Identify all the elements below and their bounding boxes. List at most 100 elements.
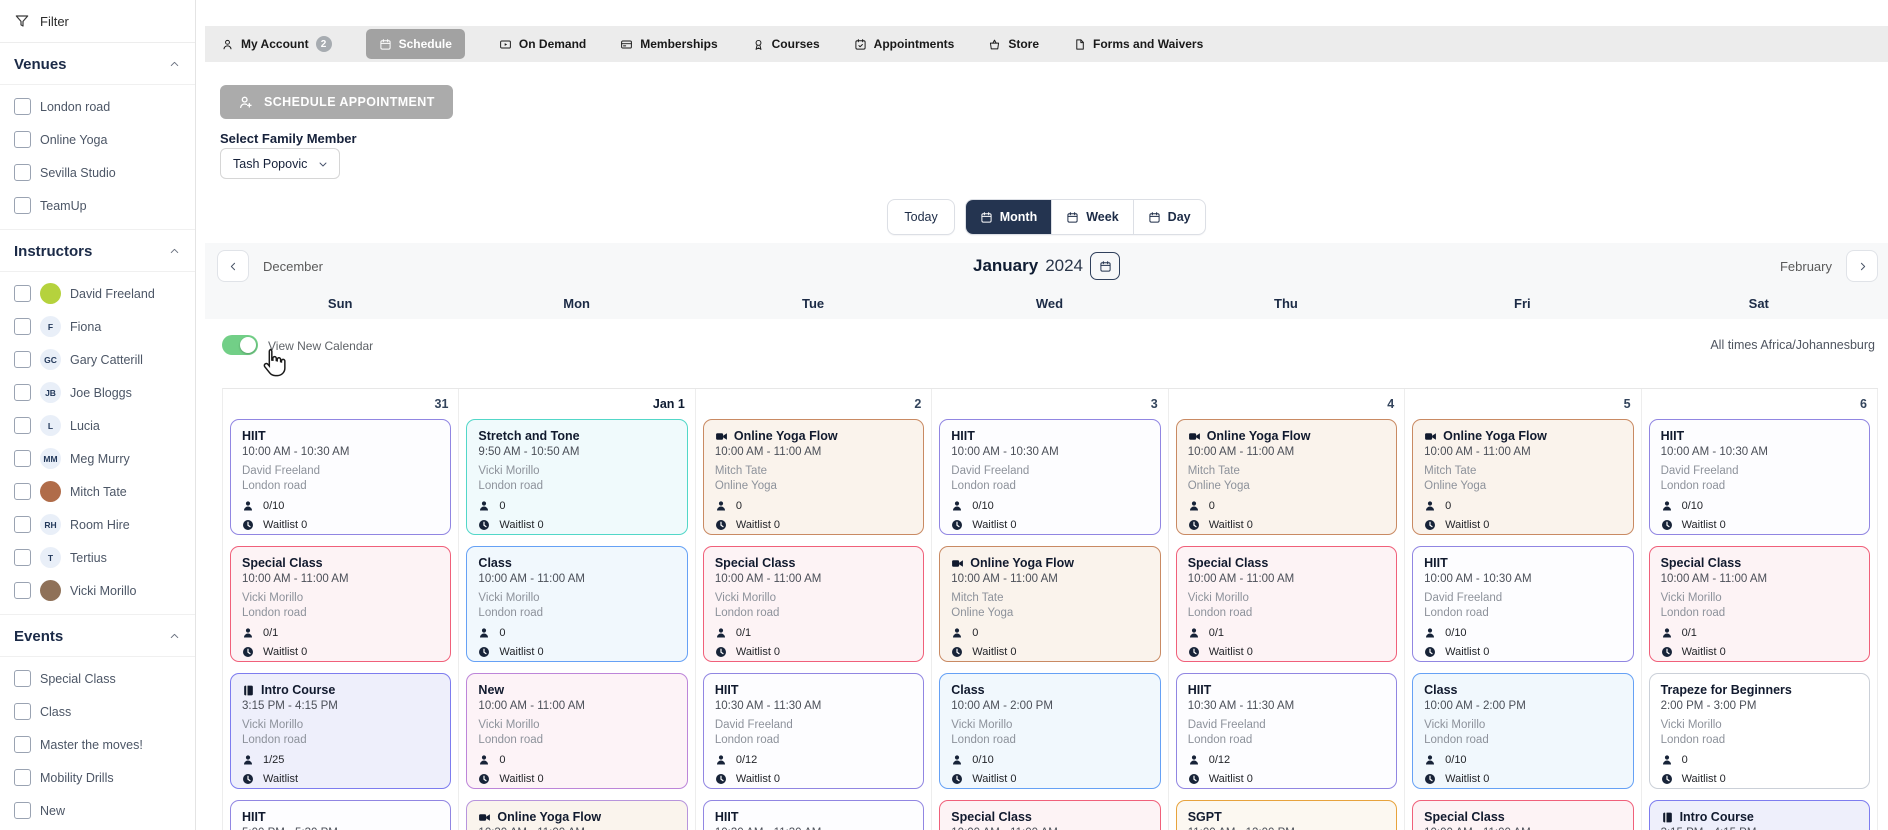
filter-item[interactable]: Mobility Drills bbox=[14, 761, 195, 794]
event-card[interactable]: HIIT 5:00 PM - 5:30 PM bbox=[230, 800, 451, 830]
filter-item[interactable]: Vicki Morillo bbox=[14, 574, 195, 607]
event-card[interactable]: HIIT 10:00 AM - 10:30 AM David Freeland … bbox=[939, 419, 1160, 535]
event-card[interactable]: Stretch and Tone 9:50 AM - 10:50 AM Vick… bbox=[466, 419, 687, 535]
event-type-icon bbox=[1424, 430, 1437, 443]
section-header[interactable]: Events bbox=[0, 615, 195, 656]
event-card[interactable]: Special Class 10:00 AM - 11:00 AM Vicki … bbox=[1176, 546, 1397, 662]
filter-checkbox[interactable] bbox=[14, 802, 31, 819]
event-card[interactable]: Online Yoga Flow 10:00 AM - 11:00 AM Mit… bbox=[1412, 419, 1633, 535]
prev-month-label[interactable]: December bbox=[263, 259, 323, 274]
filter-checkbox[interactable] bbox=[14, 384, 31, 401]
event-card[interactable]: New 10:00 AM - 11:00 AM Vicki Morillo Lo… bbox=[466, 673, 687, 789]
section-header[interactable]: Instructors bbox=[0, 230, 195, 271]
event-card[interactable]: HIIT 10:00 AM - 10:30 AM David Freeland … bbox=[230, 419, 451, 535]
family-member-select[interactable]: Tash Popovic bbox=[220, 148, 340, 179]
event-card[interactable]: Online Yoga Flow 10:00 AM - 11:00 AM Mit… bbox=[1176, 419, 1397, 535]
filter-checkbox[interactable] bbox=[14, 549, 31, 566]
filter-checkbox[interactable] bbox=[14, 131, 31, 148]
filter-item[interactable]: Mitch Tate bbox=[14, 475, 195, 508]
event-card[interactable]: SGPT 11:00 AM - 12:00 PM bbox=[1176, 800, 1397, 830]
sidebar-sections: Venues London road Online Yoga Sevilla S… bbox=[0, 43, 195, 830]
event-capacity-row: 0 bbox=[478, 627, 675, 639]
filter-item[interactable]: Online Yoga bbox=[14, 123, 195, 156]
filter-checkbox[interactable] bbox=[14, 736, 31, 753]
filter-item[interactable]: L Lucia bbox=[14, 409, 195, 442]
view-new-calendar-toggle[interactable] bbox=[222, 335, 258, 355]
event-card[interactable]: Special Class 10:00 AM - 11:00 AM Vicki … bbox=[1649, 546, 1870, 662]
event-card[interactable]: Online Yoga Flow 10:00 AM - 11:00 AM Mit… bbox=[703, 419, 924, 535]
event-card[interactable]: HIIT 10:00 AM - 10:30 AM David Freeland … bbox=[1412, 546, 1633, 662]
filter-item[interactable]: Master the moves! bbox=[14, 728, 195, 761]
filter-checkbox[interactable] bbox=[14, 769, 31, 786]
event-card[interactable]: Online Yoga Flow 10:00 AM - 11:00 AM Mit… bbox=[939, 546, 1160, 662]
event-card[interactable]: Intro Course 3:15 PM - 4:15 PM Vicki Mor… bbox=[230, 673, 451, 789]
event-card[interactable]: Trapeze for Beginners 2:00 PM - 3:00 PM … bbox=[1649, 673, 1870, 789]
nav-tab[interactable]: Courses bbox=[752, 37, 820, 51]
filter-checkbox[interactable] bbox=[14, 285, 31, 302]
view-button[interactable]: Week bbox=[1051, 200, 1132, 234]
chevron-up-icon[interactable] bbox=[168, 245, 181, 258]
filter-checkbox[interactable] bbox=[14, 318, 31, 335]
filter-checkbox[interactable] bbox=[14, 703, 31, 720]
event-card[interactable]: HIIT 10:30 AM - 11:30 AM bbox=[703, 800, 924, 830]
view-button[interactable]: Day bbox=[1133, 200, 1205, 234]
filter-item[interactable]: GC Gary Catterill bbox=[14, 343, 195, 376]
filter-item[interactable]: Sevilla Studio bbox=[14, 156, 195, 189]
filter-checkbox[interactable] bbox=[14, 670, 31, 687]
event-card[interactable]: Class 10:00 AM - 2:00 PM Vicki Morillo L… bbox=[939, 673, 1160, 789]
view-button[interactable]: Month bbox=[966, 200, 1051, 234]
next-month-label[interactable]: February bbox=[1780, 259, 1832, 274]
prev-month-button[interactable] bbox=[217, 250, 249, 282]
filter-item[interactable]: London road bbox=[14, 90, 195, 123]
filter-item[interactable]: F Fiona bbox=[14, 310, 195, 343]
event-capacity: 0 bbox=[972, 627, 978, 639]
event-who: Vicki Morillo London road bbox=[242, 591, 439, 621]
nav-tab[interactable]: Forms and Waivers bbox=[1073, 37, 1203, 51]
filter-checkbox[interactable] bbox=[14, 164, 31, 181]
filter-checkbox[interactable] bbox=[14, 483, 31, 500]
event-card[interactable]: HIIT 10:30 AM - 11:30 AM David Freeland … bbox=[1176, 673, 1397, 789]
chevron-up-icon[interactable] bbox=[168, 630, 181, 643]
filter-item[interactable]: David Freeland bbox=[14, 277, 195, 310]
filter-item[interactable]: MM Meg Murry bbox=[14, 442, 195, 475]
event-card[interactable]: HIIT 10:30 AM - 11:30 AM David Freeland … bbox=[703, 673, 924, 789]
filter-checkbox[interactable] bbox=[14, 582, 31, 599]
filter-toggle[interactable]: Filter bbox=[0, 0, 195, 43]
event-card[interactable]: Class 10:00 AM - 11:00 AM Vicki Morillo … bbox=[466, 546, 687, 662]
filter-checkbox[interactable] bbox=[14, 197, 31, 214]
section-header[interactable]: Venues bbox=[0, 43, 195, 84]
schedule-appointment-button[interactable]: SCHEDULE APPOINTMENT bbox=[220, 85, 453, 119]
filter-item[interactable]: JB Joe Bloggs bbox=[14, 376, 195, 409]
event-card[interactable]: Special Class 10:00 AM - 11:00 AM bbox=[1412, 800, 1633, 830]
event-card[interactable]: Intro Course 3:15 PM - 4:15 PM bbox=[1649, 800, 1870, 830]
nav-tab[interactable]: On Demand bbox=[499, 37, 586, 51]
filter-item[interactable]: Class bbox=[14, 695, 195, 728]
nav-tab[interactable]: My Account 2 bbox=[221, 36, 332, 52]
nav-tab[interactable]: Schedule bbox=[366, 29, 465, 59]
today-button[interactable]: Today bbox=[887, 199, 954, 235]
filter-item[interactable]: RH Room Hire bbox=[14, 508, 195, 541]
nav-tab[interactable]: Memberships bbox=[620, 37, 717, 51]
chevron-up-icon[interactable] bbox=[168, 58, 181, 71]
event-card[interactable]: HIIT 10:00 AM - 10:30 AM David Freeland … bbox=[1649, 419, 1870, 535]
filter-checkbox[interactable] bbox=[14, 450, 31, 467]
event-card[interactable]: Special Class 10:00 AM - 11:00 AM bbox=[939, 800, 1160, 830]
filter-checkbox[interactable] bbox=[14, 417, 31, 434]
event-card[interactable]: Online Yoga Flow 10:30 AM - 11:00 AM bbox=[466, 800, 687, 830]
tab-label: Forms and Waivers bbox=[1093, 37, 1203, 51]
filter-item[interactable]: Special Class bbox=[14, 662, 195, 695]
filter-checkbox[interactable] bbox=[14, 516, 31, 533]
filter-item[interactable]: New bbox=[14, 794, 195, 827]
nav-tab[interactable]: Appointments bbox=[854, 37, 955, 51]
next-month-button[interactable] bbox=[1846, 250, 1878, 282]
event-card[interactable]: Special Class 10:00 AM - 11:00 AM Vicki … bbox=[703, 546, 924, 662]
filter-item[interactable]: TeamUp bbox=[14, 189, 195, 222]
attendees-icon bbox=[715, 500, 727, 512]
month-picker-button[interactable] bbox=[1090, 252, 1120, 280]
filter-checkbox[interactable] bbox=[14, 98, 31, 115]
event-card[interactable]: Special Class 10:00 AM - 11:00 AM Vicki … bbox=[230, 546, 451, 662]
filter-item[interactable]: T Tertius bbox=[14, 541, 195, 574]
event-card[interactable]: Class 10:00 AM - 2:00 PM Vicki Morillo L… bbox=[1412, 673, 1633, 789]
nav-tab[interactable]: Store bbox=[988, 37, 1039, 51]
filter-checkbox[interactable] bbox=[14, 351, 31, 368]
